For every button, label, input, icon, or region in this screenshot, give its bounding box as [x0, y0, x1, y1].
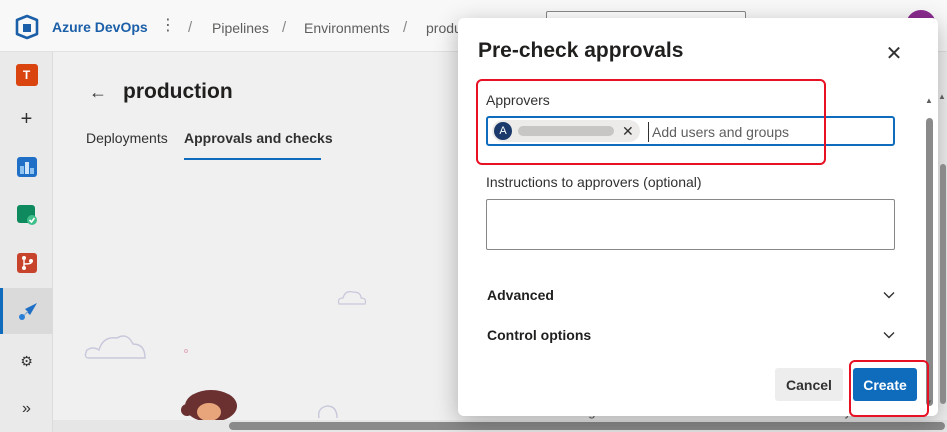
nav-add[interactable]: + [0, 96, 53, 142]
breadcrumb-separator: / [188, 19, 193, 36]
advanced-section-toggle[interactable]: Advanced [487, 284, 897, 308]
tab-approvals-and-checks[interactable]: Approvals and checks [184, 130, 333, 146]
nav-expand[interactable]: » [0, 386, 53, 432]
approver-avatar: A [494, 122, 512, 140]
add-approvers-input[interactable] [648, 122, 878, 142]
cloud-illustration [84, 335, 146, 359]
boards-icon [16, 157, 37, 177]
nav-pipelines[interactable] [0, 288, 53, 334]
scroll-down-arrow-icon[interactable]: ▼ [925, 398, 933, 407]
nav-settings[interactable]: ⚙ [0, 338, 53, 384]
settings-icon: ⚙ [20, 352, 33, 369]
control-options-label: Control options [487, 327, 592, 343]
organization-avatar: T [15, 64, 38, 86]
control-options-section-toggle[interactable]: Control options [487, 324, 897, 348]
selected-tab-indicator [184, 158, 321, 160]
cancel-button[interactable]: Cancel [775, 368, 843, 401]
nav-repos[interactable] [0, 240, 53, 286]
azure-devops-logo-icon[interactable] [14, 14, 40, 40]
approvers-label: Approvers [486, 92, 550, 108]
breadcrumb-pipelines[interactable]: Pipelines [212, 20, 269, 36]
advanced-label: Advanced [487, 287, 554, 303]
tab-deployments[interactable]: Deployments [86, 130, 168, 146]
more-vertical-icon[interactable]: ⋮ [160, 15, 176, 35]
remove-chip-icon[interactable]: ✕ [622, 123, 634, 140]
brand-link[interactable]: Azure DevOps [52, 19, 148, 35]
cloud-illustration [337, 291, 367, 305]
instructions-label: Instructions to approvers (optional) [486, 174, 702, 190]
repos-icon [16, 253, 37, 273]
nav-organization[interactable]: T [0, 52, 53, 98]
chevron-down-icon [883, 292, 895, 299]
breadcrumb-separator: / [282, 19, 287, 36]
test-plans-icon [16, 205, 37, 225]
scroll-up-arrow-icon[interactable]: ▲ [925, 96, 933, 105]
left-navigation: T + ⚙ » [0, 52, 53, 432]
approver-name-redacted [518, 126, 614, 136]
breadcrumb-environments[interactable]: Environments [304, 20, 390, 36]
scroll-up-arrow-icon[interactable]: ▲ [938, 92, 946, 101]
breadcrumb-separator: / [403, 19, 408, 36]
instructions-textarea[interactable] [486, 199, 895, 250]
close-icon[interactable]: ✕ [882, 42, 906, 66]
add-icon: + [20, 107, 33, 130]
horizontal-scroll-thumb[interactable] [229, 422, 945, 430]
page-scroll-thumb[interactable] [940, 164, 946, 404]
app-window: Azure DevOps ⋮ / Pipelines / Environment… [0, 0, 947, 432]
approver-chip[interactable]: A ✕ [492, 120, 640, 142]
chevron-down-icon [883, 332, 895, 339]
expand-icon: » [22, 400, 31, 417]
page-vertical-scrollbar[interactable]: ▲ [938, 90, 947, 420]
decor-dot [184, 349, 188, 353]
dialog-title: Pre-check approvals [478, 39, 684, 62]
nav-test-plans[interactable] [0, 192, 53, 238]
character-illustration [181, 390, 237, 420]
pre-check-approvals-dialog: Pre-check approvals ✕ Approvers A ✕ Inst… [458, 18, 938, 416]
nav-boards[interactable] [0, 144, 53, 190]
create-button[interactable]: Create [853, 368, 917, 401]
breadcrumb-production[interactable]: produ [426, 20, 462, 36]
horizontal-scrollbar[interactable] [53, 420, 947, 432]
cloud-illustration [317, 405, 338, 419]
dialog-vertical-scrollbar[interactable]: ▲ ▼ [923, 92, 935, 408]
approvers-picker[interactable]: A ✕ [486, 116, 895, 146]
pipelines-icon [19, 303, 37, 320]
page-title: production [123, 80, 233, 103]
dialog-scroll-thumb[interactable] [926, 118, 933, 406]
back-arrow-icon[interactable]: ← [89, 82, 107, 103]
